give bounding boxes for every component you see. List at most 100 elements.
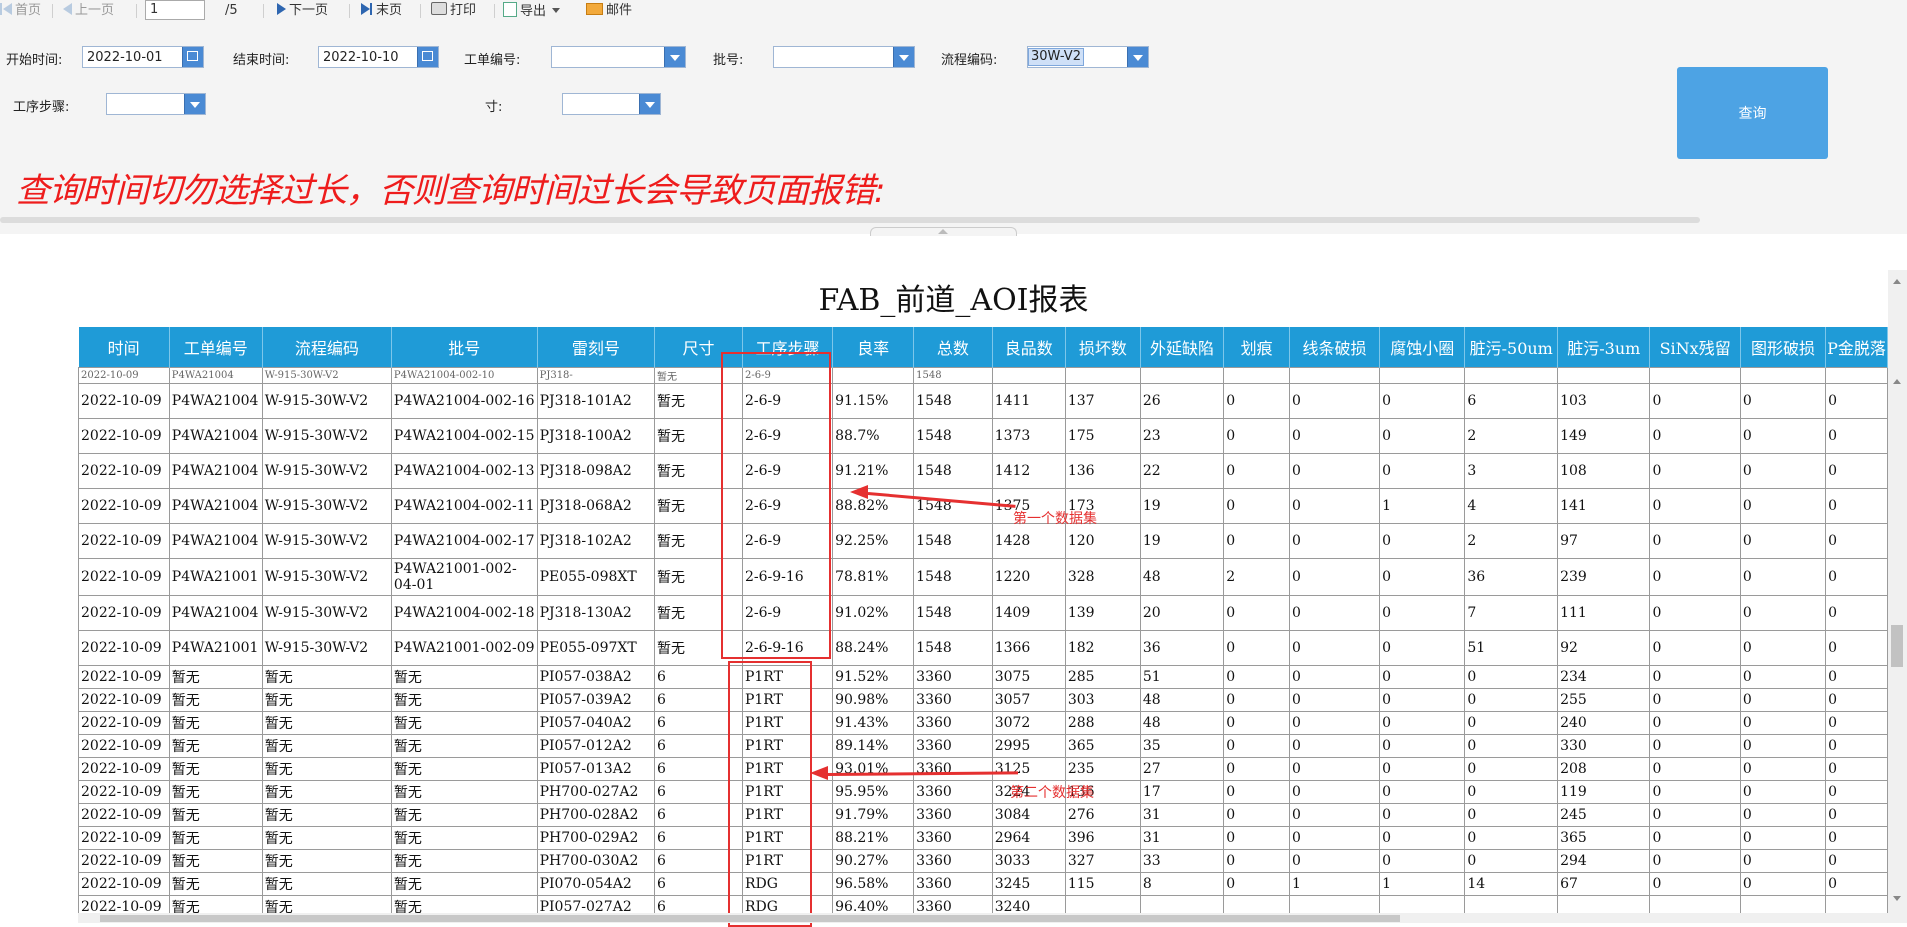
column-header[interactable]: 脏污-3um bbox=[1557, 327, 1651, 368]
start-time-field[interactable]: 2022-10-01 bbox=[82, 46, 204, 68]
table-cell: 2022-10-09 bbox=[78, 734, 170, 758]
table-cell: 14 bbox=[1464, 872, 1559, 896]
last-page-button[interactable]: 末页 bbox=[361, 2, 402, 20]
table-cell: 1373 bbox=[991, 418, 1066, 454]
calendar-icon[interactable] bbox=[417, 47, 438, 67]
column-header[interactable]: 尺寸 bbox=[654, 327, 743, 368]
table-cell: 19 bbox=[1139, 488, 1225, 524]
table-cell: 2022-10-09 bbox=[78, 803, 170, 827]
table-row: 2022-10-09 P4WA21004 W-915-30W-V2 P4WA21004… bbox=[78, 523, 1888, 559]
table-cell: 92.25% bbox=[832, 523, 915, 559]
calendar-icon[interactable] bbox=[182, 47, 203, 67]
batch-select[interactable] bbox=[773, 46, 915, 68]
table-cell: 0 bbox=[1379, 849, 1466, 873]
process-step-select[interactable] bbox=[106, 93, 206, 115]
table-cell: 0 bbox=[1288, 757, 1381, 781]
column-header[interactable]: 流程编码 bbox=[262, 327, 392, 368]
export-button[interactable]: 导出 bbox=[503, 2, 561, 20]
column-header[interactable]: 时间 bbox=[78, 327, 170, 368]
query-time-warning: 查询时间切勿选择过长，否则查询时间过长会导致页面报错: bbox=[16, 171, 885, 211]
mail-button[interactable]: 邮件 bbox=[586, 2, 632, 20]
report-horizontal-scrollbar[interactable] bbox=[78, 913, 1888, 923]
column-header[interactable]: 外延缺陷 bbox=[1140, 327, 1225, 368]
table-cell: 3360 bbox=[913, 665, 993, 689]
next-page-button[interactable]: 下一页 bbox=[277, 2, 328, 20]
table-cell: 6 bbox=[654, 757, 743, 781]
column-header[interactable]: 雷刻号 bbox=[537, 327, 656, 368]
column-header[interactable]: 工单编号 bbox=[169, 327, 263, 368]
table-cell: 0 bbox=[1379, 688, 1466, 712]
table-cell: 234 bbox=[1557, 665, 1651, 689]
table-cell: W-915-30W-V2 bbox=[261, 383, 392, 419]
column-header[interactable]: 批号 bbox=[391, 327, 538, 368]
column-header[interactable]: SiNx残留 bbox=[1649, 327, 1741, 368]
table-cell: 6 bbox=[654, 665, 743, 689]
chevron-down-icon[interactable] bbox=[1127, 47, 1148, 67]
table-cell: 0 bbox=[1739, 523, 1827, 559]
prev-page-button[interactable]: 上一页 bbox=[63, 2, 114, 20]
table-cell: 0 bbox=[1379, 757, 1466, 781]
table-cell bbox=[1379, 367, 1466, 384]
column-header[interactable]: 总数 bbox=[913, 327, 993, 368]
panel-splitter[interactable] bbox=[870, 227, 1017, 236]
table-cell: 暂无 bbox=[168, 780, 263, 804]
table-row: 2022-10-09 P4WA21004 W-915-30W-V2 P4WA21004… bbox=[78, 367, 1888, 384]
table-cell: 0 bbox=[1825, 383, 1888, 419]
table-cell: 3360 bbox=[913, 803, 993, 827]
table-cell: 0 bbox=[1223, 453, 1290, 489]
table-cell: 175 bbox=[1064, 418, 1141, 454]
table-cell: 0 bbox=[1288, 849, 1381, 873]
scroll-down-icon[interactable] bbox=[1893, 896, 1901, 901]
column-header[interactable]: P金脱落 bbox=[1825, 327, 1888, 368]
toolbar-divider bbox=[136, 4, 137, 18]
table-cell bbox=[1825, 367, 1888, 384]
dataset-2-label: 第二个数据集 bbox=[1010, 785, 1094, 801]
table-cell: 暂无 bbox=[168, 734, 263, 758]
next-icon bbox=[277, 2, 286, 20]
column-header[interactable]: 线条破损 bbox=[1289, 327, 1381, 368]
table-cell: 2022-10-09 bbox=[78, 826, 170, 850]
report-vertical-scrollbar[interactable] bbox=[1888, 270, 1907, 923]
table-cell: 2022-10-09 bbox=[78, 453, 170, 489]
column-header[interactable]: 损坏数 bbox=[1065, 327, 1141, 368]
chevron-down-icon[interactable] bbox=[184, 94, 205, 114]
table-cell: 2-6-9 bbox=[741, 418, 834, 454]
column-header[interactable]: 良品数 bbox=[992, 327, 1066, 368]
table-cell: 31 bbox=[1139, 803, 1225, 827]
column-header[interactable]: 腐蚀小圈 bbox=[1379, 327, 1466, 368]
chevron-down-icon[interactable] bbox=[893, 47, 914, 67]
size-select[interactable] bbox=[562, 93, 661, 115]
scroll-up-icon[interactable] bbox=[1893, 279, 1901, 284]
column-header[interactable]: 划痕 bbox=[1223, 327, 1290, 368]
end-time-field[interactable]: 2022-10-10 bbox=[318, 46, 439, 68]
table-cell: 1548 bbox=[913, 367, 993, 384]
collapse-up-icon[interactable] bbox=[938, 229, 948, 234]
table-cell bbox=[1464, 367, 1559, 384]
workorder-select[interactable] bbox=[551, 46, 686, 68]
query-button[interactable]: 查询 bbox=[1677, 67, 1828, 159]
scroll-up-icon[interactable] bbox=[1893, 379, 1901, 384]
column-header[interactable]: 图形破损 bbox=[1740, 327, 1827, 368]
table-cell: 0 bbox=[1288, 665, 1381, 689]
table-cell: 27 bbox=[1139, 757, 1225, 781]
table-cell: 0 bbox=[1223, 688, 1290, 712]
page-number-input[interactable]: 1 bbox=[145, 0, 205, 20]
scroll-thumb[interactable] bbox=[100, 915, 1400, 922]
table-cell: 0 bbox=[1739, 711, 1827, 735]
first-page-button[interactable]: 首页 bbox=[0, 2, 41, 20]
chevron-down-icon[interactable] bbox=[639, 94, 660, 114]
column-header[interactable]: 工序步骤 bbox=[742, 327, 834, 368]
chevron-down-icon[interactable] bbox=[664, 47, 685, 67]
last-icon bbox=[361, 2, 373, 20]
column-header[interactable]: 脏污-50um bbox=[1464, 327, 1559, 368]
table-cell: 暂无 bbox=[654, 418, 743, 454]
column-header[interactable]: 良率 bbox=[832, 327, 915, 368]
table-cell: 2022-10-09 bbox=[78, 558, 170, 596]
table-cell: PJ318-100A2 bbox=[536, 418, 656, 454]
filter-horizontal-scrollbar[interactable] bbox=[0, 217, 1700, 223]
print-button[interactable]: 打印 bbox=[431, 2, 476, 20]
scroll-thumb[interactable] bbox=[1891, 625, 1903, 667]
table-cell: PI057-039A2 bbox=[536, 688, 656, 712]
table-cell: 396 bbox=[1064, 826, 1141, 850]
flow-code-select[interactable]: 30W-V2 bbox=[1027, 46, 1149, 68]
